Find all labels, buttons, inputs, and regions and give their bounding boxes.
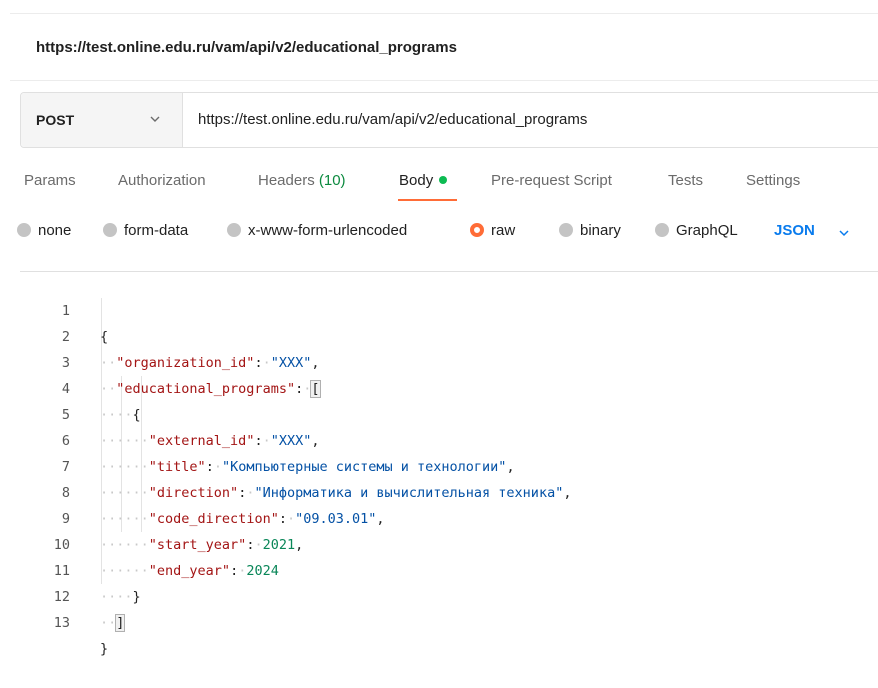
radio-graphql[interactable]: GraphQL [655, 222, 738, 239]
radio-circle-icon [103, 223, 117, 237]
request-title-bar: https://test.online.edu.ru/vam/api/v2/ed… [10, 13, 878, 81]
request-url-bar: POST https://test.online.edu.ru/vam/api/… [20, 92, 878, 148]
radio-circle-icon [655, 223, 669, 237]
code-line: 11 ····} [20, 532, 878, 605]
tab-headers[interactable]: Headers (10) [258, 172, 346, 189]
radio-circle-icon [17, 223, 31, 237]
radio-circle-icon [559, 223, 573, 237]
radio-raw[interactable]: raw [470, 222, 515, 239]
body-indicator-dot [439, 176, 448, 184]
chevron-down-icon[interactable] [838, 227, 850, 239]
code-line: 9 ······"start_year":·2021, [20, 480, 878, 553]
code-editor[interactable]: 1 { 2 ··"organization_id":·"XXX", 3 ··"e… [20, 271, 878, 657]
tab-label: Settings [746, 172, 801, 189]
tab-tests[interactable]: Tests [668, 172, 703, 189]
code-line: 12 ··] [20, 558, 878, 632]
request-title[interactable]: https://test.online.edu.ru/vam/api/v2/ed… [36, 39, 457, 56]
radio-binary[interactable]: binary [559, 222, 621, 239]
code-line: 6 ······"title":·"Компьютерные системы и… [20, 402, 878, 475]
code-line: 7 ······"direction":·"Информатика и вычи… [20, 428, 878, 501]
radio-label: x-www-form-urlencoded [248, 222, 408, 239]
line-number: 13 [53, 615, 70, 631]
code-line: 4 ····{ [20, 350, 878, 423]
url-input[interactable]: https://test.online.edu.ru/vam/api/v2/ed… [198, 111, 587, 128]
chevron-down-icon [150, 116, 160, 122]
tab-label: Authorization [118, 172, 206, 189]
radio-label: form-data [124, 222, 189, 239]
tab-body[interactable]: Body [399, 172, 448, 189]
tab-settings[interactable]: Settings [746, 172, 800, 189]
tab-label: Tests [668, 172, 704, 189]
json-bracket: ] [115, 614, 126, 632]
radio-label: none [38, 222, 72, 239]
body-format-select[interactable]: JSON [774, 222, 815, 239]
radio-form-data[interactable]: form-data [103, 222, 188, 239]
code-line: 2 ··"organization_id":·"XXX", [20, 298, 878, 371]
method-label: POST [36, 112, 75, 128]
radio-x-www-form-urlencoded[interactable]: x-www-form-urlencoded [227, 222, 407, 239]
radio-circle-icon [227, 223, 241, 237]
tab-label: Pre-request Script [491, 172, 612, 189]
code-line: 3 ··"educational_programs":·[ [20, 324, 878, 398]
method-select[interactable]: POST [21, 93, 183, 147]
tab-label: Params [24, 172, 76, 189]
radio-none[interactable]: none [17, 222, 71, 239]
radio-label: GraphQL [676, 222, 738, 239]
tab-label: Body [399, 172, 434, 189]
code-line: 10 ······"end_year":·2024 [20, 506, 878, 579]
tab-label: Headers [258, 172, 315, 189]
tab-authorization[interactable]: Authorization [118, 172, 206, 189]
radio-selected-icon [470, 223, 484, 237]
radio-label: binary [580, 222, 621, 239]
code-line: 8 ······"code_direction":·"09.03.01", [20, 454, 878, 527]
code-line: 13 } [20, 584, 878, 657]
active-tab-underline [398, 199, 457, 201]
code-line: 1 { [20, 272, 878, 345]
json-brace: } [100, 641, 109, 657]
radio-label: raw [491, 222, 516, 239]
code-line: 5 ······"external_id":·"XXX", [20, 376, 878, 449]
headers-count-badge: (10) [318, 172, 346, 189]
tab-pre-request-script[interactable]: Pre-request Script [491, 172, 612, 189]
tab-params[interactable]: Params [24, 172, 76, 189]
